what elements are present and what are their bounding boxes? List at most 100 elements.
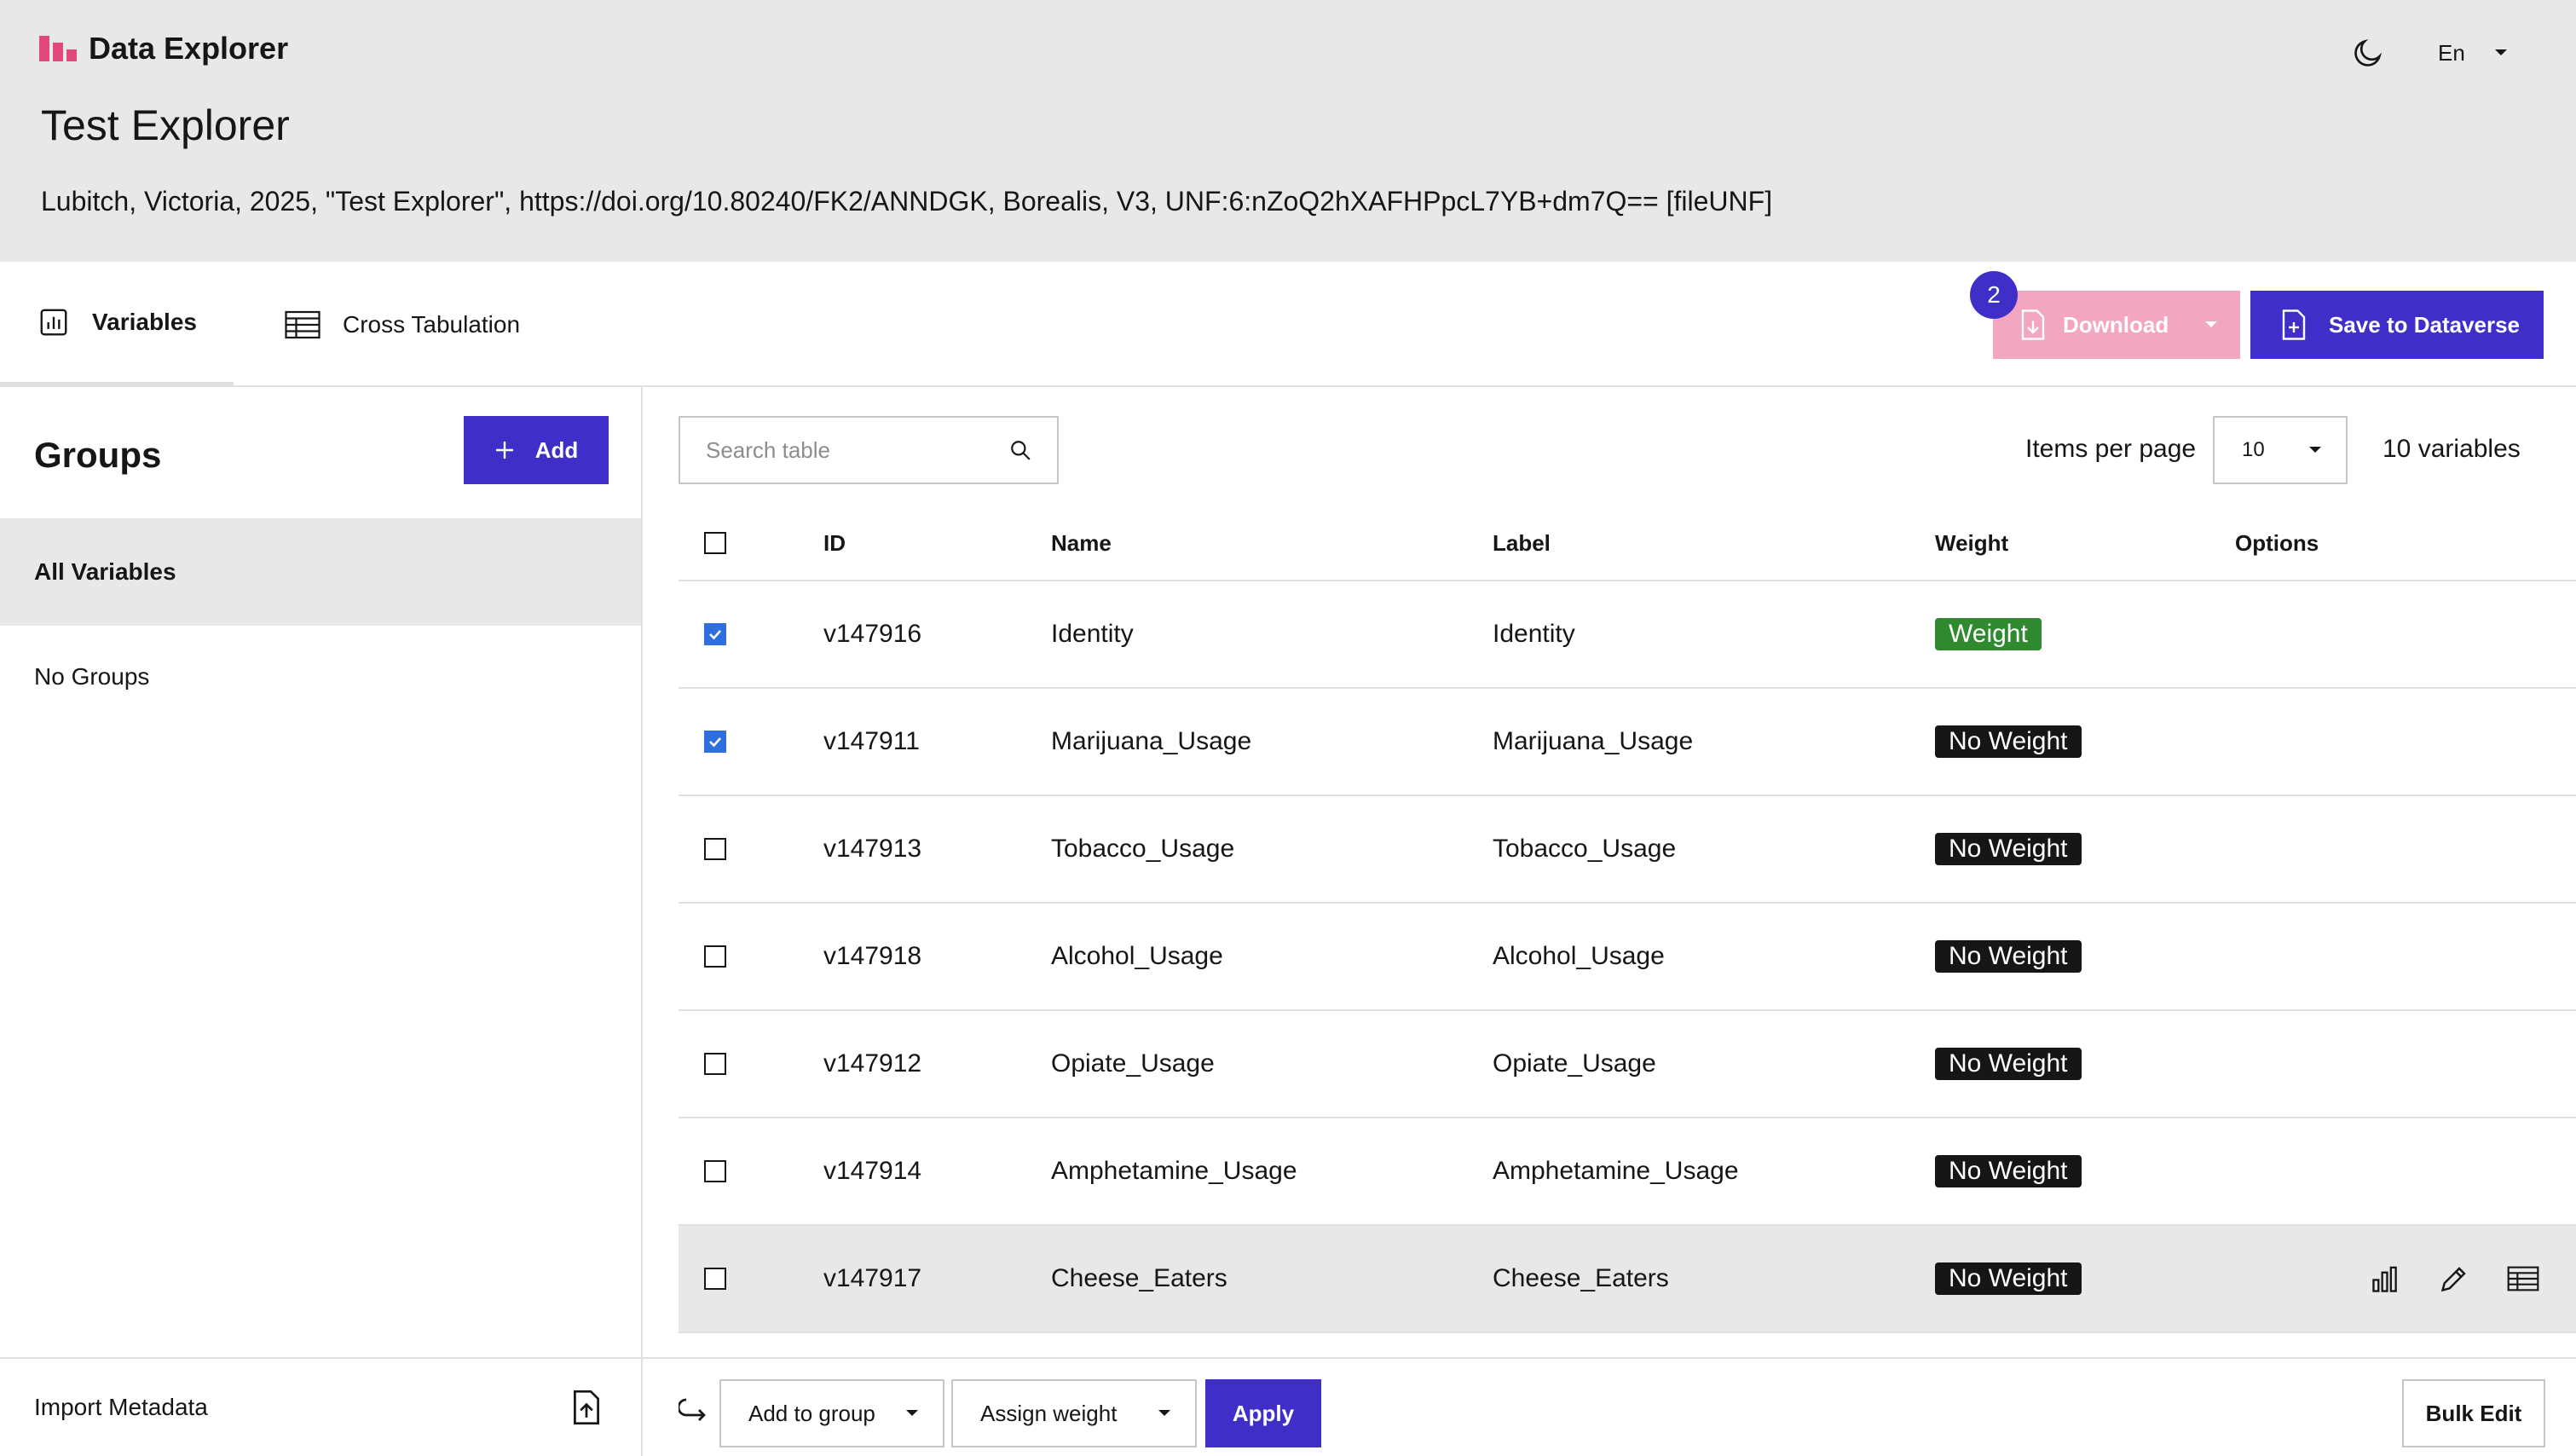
table-icon (285, 310, 321, 338)
import-metadata-button[interactable] (566, 1387, 607, 1428)
variable-name: Identity (1051, 620, 1134, 648)
assign-weight-dropdown[interactable]: Assign weight (951, 1379, 1197, 1447)
reset-selection-button[interactable] (677, 1395, 709, 1430)
search-placeholder: Search table (706, 436, 830, 463)
redo-arrow-icon (677, 1398, 706, 1421)
tab-cross-tabulation[interactable]: Cross Tabulation (285, 262, 520, 387)
variable-label: Tobacco_Usage (1493, 835, 1677, 863)
column-header-weight[interactable]: Weight (1935, 530, 2008, 557)
search-input[interactable]: Search table (679, 416, 1059, 484)
variable-name: Opiate_Usage (1051, 1049, 1215, 1078)
row-checkbox-cell (704, 689, 726, 794)
row-checkbox[interactable] (704, 1268, 726, 1290)
row-checkbox[interactable] (704, 623, 726, 645)
bar-chart-icon (40, 309, 67, 335)
add-to-group-dropdown[interactable]: Add to group (719, 1379, 944, 1447)
weight-cell: No Weight (1935, 1011, 2082, 1117)
download-label: Download (2063, 311, 2169, 338)
add-label: Add (534, 436, 579, 463)
column-header-name[interactable]: Name (1051, 530, 1112, 557)
caret-down-icon (2495, 49, 2507, 55)
row-checkbox[interactable] (704, 945, 726, 968)
assign-weight-label: Assign weight (980, 1400, 1118, 1426)
groups-sidebar: Groups Add All Variables No Groups Impor… (0, 387, 643, 1456)
file-download-icon (2021, 309, 2045, 340)
variable-name: Amphetamine_Usage (1051, 1157, 1297, 1185)
dataset-citation: Lubitch, Victoria, 2025, "Test Explorer"… (41, 186, 1773, 217)
tab-variables[interactable]: Variables (0, 262, 234, 387)
row-checkbox-cell (704, 1226, 726, 1332)
sidebar-item-all-variables[interactable]: All Variables (0, 518, 641, 626)
variable-id: v147917 (823, 1264, 922, 1292)
bulk-edit-button[interactable]: Bulk Edit (2402, 1379, 2545, 1447)
row-checkbox-cell (704, 581, 726, 687)
table-header: ID Name Label Weight Options (679, 503, 2576, 581)
row-checkbox[interactable] (704, 731, 726, 753)
variable-label: Amphetamine_Usage (1493, 1157, 1739, 1185)
weight-badge: No Weight (1935, 833, 2082, 865)
row-checkbox-cell (704, 1118, 726, 1224)
weight-cell: Weight (1935, 581, 2042, 687)
table-row[interactable]: v147914 Amphetamine_Usage Amphetamine_Usag… (679, 1118, 2576, 1226)
checkmark-icon (709, 630, 721, 640)
header: Data Explorer En Test Explorer Lubitch, … (0, 0, 2576, 262)
groups-title: Groups (34, 435, 162, 475)
download-button[interactable]: Download (1993, 291, 2240, 359)
variable-name: Tobacco_Usage (1051, 835, 1235, 863)
column-header-options: Options (2235, 530, 2319, 556)
items-per-page-value: 10 (2242, 438, 2265, 461)
app-logo: Data Explorer (39, 31, 288, 66)
weight-cell: No Weight (1935, 904, 2082, 1009)
variable-name: Alcohol_Usage (1051, 942, 1223, 970)
file-add-icon (2282, 309, 2306, 340)
items-per-page-label: Items per page (2025, 435, 2197, 463)
selection-count-badge: 2 (1970, 271, 2018, 319)
chart-view-button[interactable] (2371, 1265, 2401, 1292)
table-icon (2507, 1266, 2539, 1291)
variable-id: v147916 (823, 620, 922, 648)
row-checkbox[interactable] (704, 1160, 726, 1182)
table-row[interactable]: v147913 Tobacco_Usage Tobacco_Usage No Weig… (679, 796, 2576, 904)
sidebar-footer: Import Metadata (0, 1357, 641, 1456)
language-select[interactable]: En (2426, 31, 2520, 75)
save-to-dataverse-button[interactable]: Save to Dataverse (2250, 291, 2544, 359)
moon-icon (2354, 38, 2383, 66)
table-row[interactable]: v147912 Opiate_Usage Opiate_Usage No Weight (679, 1011, 2576, 1118)
tab-cross-tabulation-label: Cross Tabulation (343, 310, 521, 338)
page-title: Test Explorer (41, 101, 290, 149)
table-row[interactable]: v147917 Cheese_Eaters Cheese_Eaters No Weig… (679, 1226, 2576, 1333)
edit-button[interactable] (2439, 1263, 2469, 1294)
app-title: Data Explorer (89, 31, 289, 66)
table-view-button[interactable] (2507, 1265, 2539, 1292)
language-value: En (2438, 39, 2465, 66)
column-header-label[interactable]: Label (1493, 530, 1551, 557)
row-checkbox[interactable] (704, 838, 726, 860)
table-row[interactable]: v147916 Identity Identity Weight (679, 581, 2576, 689)
table-row[interactable]: v147911 Marijuana_Usage Marijuana_Usage No … (679, 689, 2576, 796)
add-group-button[interactable]: Add (464, 416, 609, 484)
table-row[interactable]: v147918 Alcohol_Usage Alcohol_Usage No Weig… (679, 904, 2576, 1011)
row-checkbox-cell (704, 796, 726, 902)
apply-button[interactable]: Apply (1205, 1379, 1321, 1447)
weight-badge: No Weight (1935, 725, 2082, 758)
tab-variables-label: Variables (92, 308, 197, 335)
file-upload-icon (574, 1390, 599, 1425)
row-checkbox-cell (704, 904, 726, 1009)
dark-mode-toggle[interactable] (2344, 31, 2392, 75)
checkmark-icon (709, 737, 721, 748)
variable-name: Cheese_Eaters (1051, 1264, 1227, 1292)
variable-label: Identity (1493, 620, 1575, 648)
variable-name: Marijuana_Usage (1051, 727, 1252, 755)
variable-id: v147911 (823, 727, 920, 755)
row-checkbox[interactable] (704, 1053, 726, 1075)
items-per-page-select[interactable]: 10 (2213, 416, 2348, 484)
variable-count: 10 variables (2383, 435, 2521, 463)
row-options (2371, 1226, 2539, 1332)
weight-badge: No Weight (1935, 1048, 2082, 1080)
variable-label: Cheese_Eaters (1493, 1264, 1669, 1292)
weight-cell: No Weight (1935, 796, 2082, 902)
column-header-id[interactable]: ID (823, 530, 846, 557)
select-all-checkbox[interactable] (704, 532, 726, 554)
weight-badge: Weight (1935, 618, 2042, 650)
save-label: Save to Dataverse (2329, 311, 2521, 338)
